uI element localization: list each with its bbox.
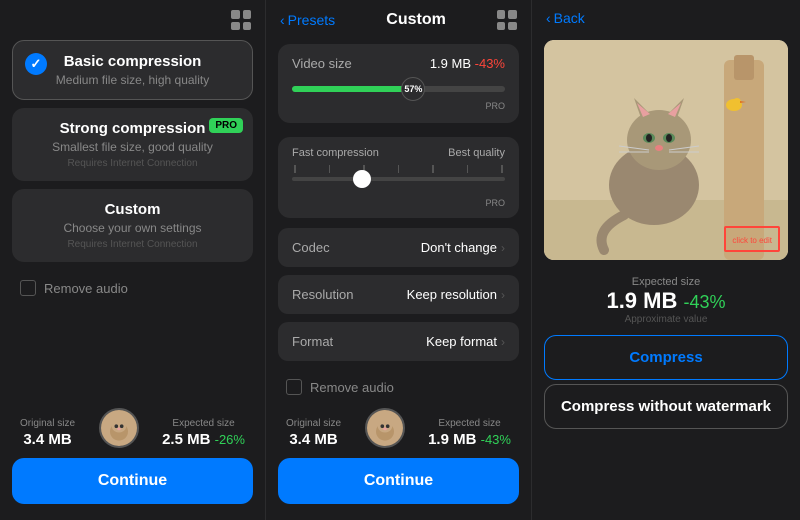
size-row-p2: Original size 3.4 MB Expected size xyxy=(278,408,519,458)
codec-value: Don't change › xyxy=(421,240,505,255)
custom-requires-label: Requires Internet Connection xyxy=(26,239,239,250)
quality-slider-container[interactable] xyxy=(292,177,505,195)
pro-label-video: PRO xyxy=(292,101,505,111)
video-size-label: Video size xyxy=(292,56,352,71)
remove-audio-label: Remove audio xyxy=(44,281,128,296)
panel3-header: ‹ Back xyxy=(532,0,800,32)
video-size-slider[interactable]: 57% xyxy=(292,77,505,101)
expected-size-value: 2.5 MB -26% xyxy=(162,431,245,448)
format-row[interactable]: Format Keep format › xyxy=(278,322,519,361)
continue-button-p2[interactable]: Continue xyxy=(278,458,519,504)
strong-compression-title: Strong compression xyxy=(26,120,239,137)
panel-2: ‹ Presets Custom Video size 1.9 MB -43% … xyxy=(266,0,532,520)
avatar-p2 xyxy=(365,408,405,448)
pro-badge: PRO xyxy=(209,118,243,133)
strong-requires-label: Requires Internet Connection xyxy=(26,158,239,169)
panel1-header xyxy=(0,0,265,36)
panel1-footer: Original size 3.4 MB Expected size xyxy=(0,408,265,520)
panel2-header: ‹ Presets Custom xyxy=(266,0,531,36)
watermark-box: click to edit xyxy=(724,226,780,252)
panel2-footer: Original size 3.4 MB Expected size xyxy=(266,408,531,520)
remove-audio-row-p2: Remove audio xyxy=(266,369,531,405)
compress-button[interactable]: Compress xyxy=(544,335,788,380)
expected-size-label-p3: Expected size xyxy=(546,276,786,288)
remove-audio-checkbox-p2[interactable] xyxy=(286,379,302,395)
expected-size-label: Expected size xyxy=(172,418,234,429)
panel2-title: Custom xyxy=(386,11,446,29)
custom-compression-subtitle: Choose your own settings xyxy=(26,221,239,235)
format-label: Format xyxy=(292,334,333,349)
panel-3: ‹ Back xyxy=(532,0,800,520)
remove-audio-row: Remove audio xyxy=(0,270,265,306)
custom-compression-title: Custom xyxy=(26,201,239,218)
resolution-value: Keep resolution › xyxy=(407,287,505,302)
basic-compression-option[interactable]: Basic compression Medium file size, high… xyxy=(12,40,253,100)
avatar xyxy=(99,408,139,448)
expected-size-col-p2: Expected size 1.9 MB -43% xyxy=(428,418,511,448)
custom-compression-option[interactable]: Custom Choose your own settings Requires… xyxy=(12,189,253,262)
slider-thumb-label: 57% xyxy=(404,84,422,94)
compress-without-watermark-button[interactable]: Compress without watermark xyxy=(544,384,788,429)
slider-track: 57% xyxy=(292,86,505,92)
quality-pro-label: PRO xyxy=(292,198,505,208)
slider-fill xyxy=(292,86,413,92)
video-size-value: 1.9 MB -43% xyxy=(430,56,505,71)
format-value: Keep format › xyxy=(426,334,505,349)
continue-button[interactable]: Continue xyxy=(12,458,253,504)
expected-size-col: Expected size 2.5 MB -26% xyxy=(162,418,245,448)
slider-thumb[interactable]: 57% xyxy=(401,77,425,101)
strong-compression-subtitle: Smallest file size, good quality xyxy=(26,140,239,154)
grid-icon-panel2[interactable] xyxy=(497,10,517,30)
video-size-section: Video size 1.9 MB -43% 57% PRO xyxy=(278,44,519,123)
fast-compression-label: Fast compression xyxy=(292,147,379,159)
remove-audio-checkbox[interactable] xyxy=(20,280,36,296)
back-button-p3[interactable]: ‹ Back xyxy=(546,10,585,26)
expected-size-section: Expected size 1.9 MB -43% Approximate va… xyxy=(532,268,800,329)
original-size-label-p2: Original size xyxy=(286,418,341,429)
cat-photo: click to edit xyxy=(544,40,788,260)
expected-size-value-p3: 1.9 MB -43% xyxy=(546,288,786,314)
expected-size-value-p2: 1.9 MB -43% xyxy=(428,431,511,448)
quality-section: Fast compression Best quality PRO xyxy=(278,137,519,218)
resolution-label: Resolution xyxy=(292,287,353,302)
resolution-row[interactable]: Resolution Keep resolution › xyxy=(278,275,519,314)
presets-back-button[interactable]: ‹ Presets xyxy=(280,12,335,28)
original-size-value-p2: 3.4 MB xyxy=(289,431,337,448)
quality-slider-track xyxy=(292,177,505,181)
video-size-row: Video size 1.9 MB -43% xyxy=(292,56,505,71)
quality-thumb[interactable] xyxy=(353,170,371,188)
original-size-value: 3.4 MB xyxy=(23,431,71,448)
codec-row[interactable]: Codec Don't change › xyxy=(278,228,519,267)
strong-compression-option[interactable]: PRO Strong compression Smallest file siz… xyxy=(12,108,253,181)
original-size-col: Original size 3.4 MB xyxy=(20,418,75,448)
original-size-col-p2: Original size 3.4 MB xyxy=(286,418,341,448)
watermark-text: click to edit xyxy=(732,236,772,245)
quality-labels: Fast compression Best quality xyxy=(292,147,505,159)
grid-icon[interactable] xyxy=(231,10,251,30)
tick-marks xyxy=(292,165,505,173)
size-row: Original size 3.4 MB Expected size xyxy=(12,408,253,458)
basic-compression-title: Basic compression xyxy=(27,53,238,70)
approximate-label: Approximate value xyxy=(546,314,786,325)
remove-audio-label-p2: Remove audio xyxy=(310,380,394,395)
panel-1: Basic compression Medium file size, high… xyxy=(0,0,266,520)
expected-size-label-p2: Expected size xyxy=(438,418,500,429)
codec-label: Codec xyxy=(292,240,330,255)
best-quality-label: Best quality xyxy=(448,147,505,159)
original-size-label: Original size xyxy=(20,418,75,429)
selected-check xyxy=(25,53,47,75)
basic-compression-subtitle: Medium file size, high quality xyxy=(27,73,238,87)
